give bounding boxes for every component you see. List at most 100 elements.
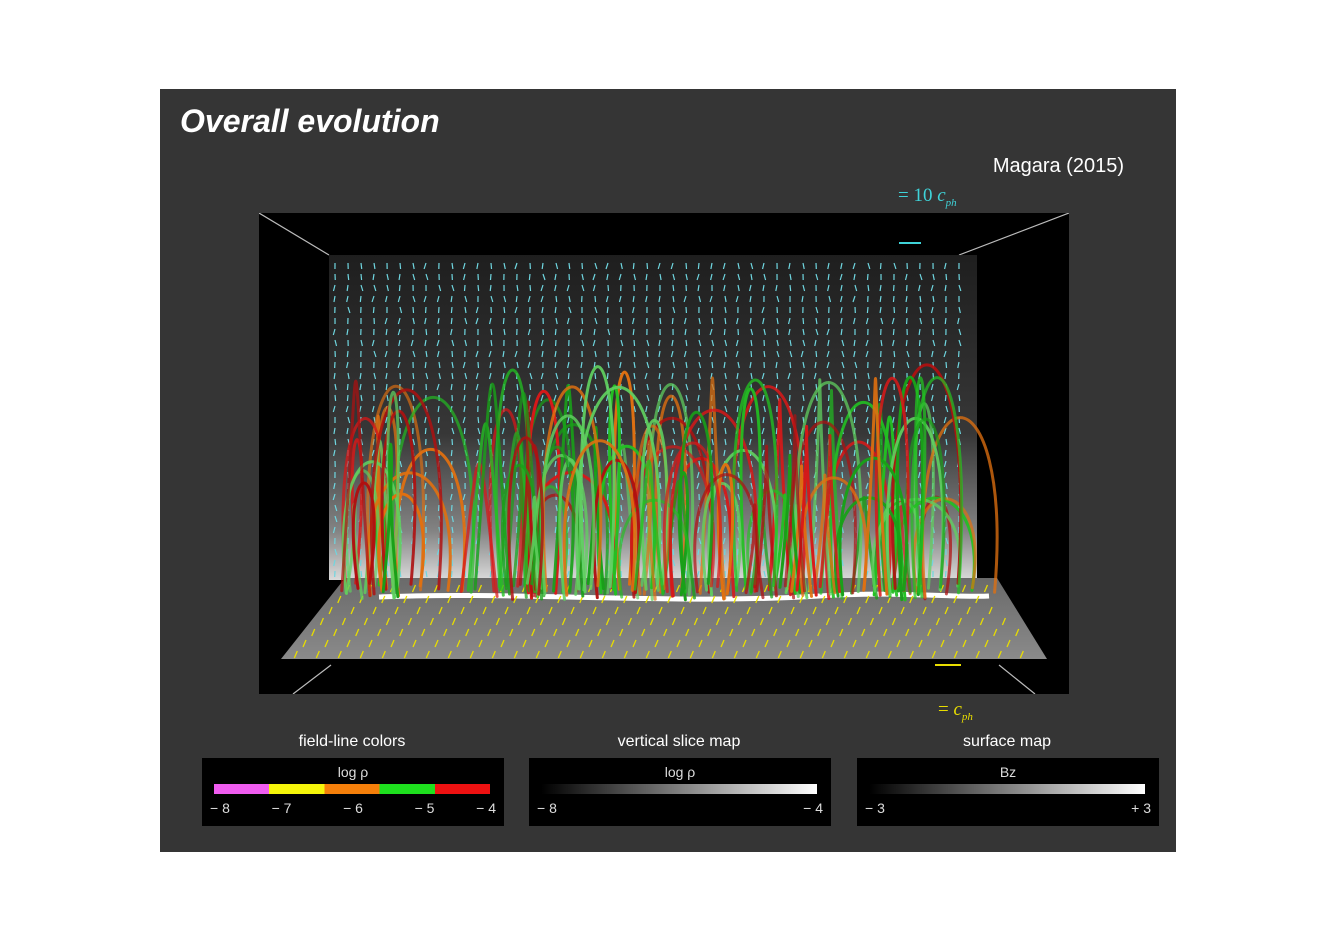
- velocity-vector: [633, 383, 636, 391]
- velocity-vector: [932, 405, 935, 413]
- velocity-vector: [399, 262, 402, 270]
- velocity-vector: [945, 273, 948, 281]
- velocity-vector: [645, 515, 648, 523]
- velocity-vector: [879, 559, 882, 567]
- velocity-scale-top-prefix: = 10: [898, 185, 933, 206]
- colorbar-tick-label: − 3: [865, 800, 885, 816]
- velocity-vector: [788, 394, 791, 402]
- colorbar-variable: log ρ: [337, 764, 369, 780]
- colorbar-tick-label: − 4: [476, 800, 496, 816]
- velocity-vector: [866, 306, 869, 314]
- colorbar-title-vertical-slice: vertical slice map: [617, 733, 741, 750]
- velocity-vector: [879, 262, 882, 270]
- velocity-vector: [697, 262, 700, 270]
- velocity-vector: [763, 350, 766, 358]
- velocity-vector: [541, 449, 544, 457]
- velocity-vector: [490, 328, 493, 336]
- velocity-vector: [685, 262, 688, 270]
- velocity-vector: [905, 306, 908, 314]
- velocity-vector: [515, 295, 518, 303]
- velocity-vector: [775, 427, 778, 435]
- velocity-vector: [567, 548, 570, 556]
- velocity-vector: [372, 306, 375, 314]
- colorbar-tick-label: − 6: [343, 800, 363, 816]
- velocity-vector: [412, 372, 415, 380]
- velocity-vector: [932, 317, 935, 325]
- velocity-vector: [893, 350, 896, 358]
- colorbar-ticks: − 8 − 7 − 6 − 5 − 4: [210, 800, 496, 818]
- velocity-vector: [789, 361, 792, 369]
- velocity-vector: [620, 482, 623, 490]
- velocity-vector: [385, 361, 388, 369]
- velocity-vector: [334, 394, 337, 402]
- velocity-vector: [905, 339, 908, 347]
- velocity-vector: [359, 295, 362, 303]
- colorbar-variable: log ρ: [664, 764, 696, 780]
- velocity-vector: [503, 482, 506, 490]
- velocity-vector: [841, 471, 844, 479]
- velocity-vector: [476, 394, 479, 402]
- velocity-vector: [451, 416, 454, 424]
- velocity-vector: [385, 383, 388, 391]
- velocity-vector: [815, 350, 818, 358]
- velocity-vector: [659, 317, 662, 325]
- slide-title: Overall evolution: [180, 103, 440, 139]
- velocity-vector: [554, 361, 557, 369]
- velocity-vector: [958, 394, 961, 402]
- velocity-vector: [892, 361, 895, 369]
- colorbar-tick-label: − 4: [803, 800, 823, 816]
- velocity-vector: [554, 306, 557, 314]
- velocity-vector: [437, 416, 440, 424]
- velocity-scale-top-symbol: c: [937, 185, 946, 206]
- velocity-scale-bottom: = cph: [938, 699, 973, 723]
- velocity-vector: [853, 416, 856, 424]
- velocity-vector: [827, 394, 830, 402]
- velocity-vector: [671, 317, 674, 325]
- velocity-vector: [516, 493, 519, 501]
- citation: Magara (2015): [992, 155, 1124, 177]
- velocity-vector: [710, 306, 713, 314]
- velocity-vector: [555, 295, 558, 303]
- velocity-vector: [424, 361, 427, 369]
- colorbar-gradient: [214, 784, 490, 794]
- velocity-vector: [632, 295, 635, 303]
- velocity-vector: [814, 559, 817, 567]
- velocity-vector: [503, 306, 506, 314]
- velocity-vector: [866, 273, 869, 281]
- colorbar-ticks: − 3 + 3: [865, 800, 1151, 818]
- velocity-vector: [554, 526, 557, 534]
- velocity-vector: [724, 317, 727, 325]
- velocity-vector: [606, 493, 609, 501]
- velocity-vector: [789, 427, 792, 435]
- velocity-vector: [398, 350, 401, 358]
- velocity-vector: [672, 284, 675, 292]
- velocity-vector: [542, 416, 545, 424]
- velocity-vector: [711, 361, 714, 369]
- velocity-vector: [568, 262, 571, 270]
- colorbar-ticks: − 8 − 4: [537, 800, 823, 818]
- velocity-vector: [450, 317, 453, 325]
- velocity-vector: [346, 394, 349, 402]
- velocity-vector: [347, 273, 350, 281]
- velocity-scale-top: = 10 cph: [898, 185, 957, 209]
- velocity-vector: [581, 405, 584, 413]
- velocity-vector: [905, 405, 908, 413]
- velocity-vector: [945, 361, 948, 369]
- velocity-vector: [398, 284, 401, 292]
- velocity-vector: [360, 570, 363, 578]
- velocity-vector: [879, 372, 882, 380]
- velocity-scale-bottom-prefix: =: [938, 699, 949, 720]
- velocity-vector: [645, 526, 648, 534]
- colorbar-tick-label: − 7: [271, 800, 292, 816]
- velocity-vector: [502, 317, 505, 325]
- velocity-vector: [892, 295, 895, 303]
- velocity-vector: [867, 284, 870, 292]
- velocity-vector: [736, 405, 739, 413]
- velocity-vector: [801, 372, 804, 380]
- velocity-vector: [554, 328, 557, 336]
- velocity-vector: [489, 273, 492, 281]
- velocity-vector: [489, 284, 492, 292]
- velocity-vector: [360, 262, 363, 270]
- velocity-vector: [463, 427, 466, 435]
- velocity-vector: [633, 339, 636, 347]
